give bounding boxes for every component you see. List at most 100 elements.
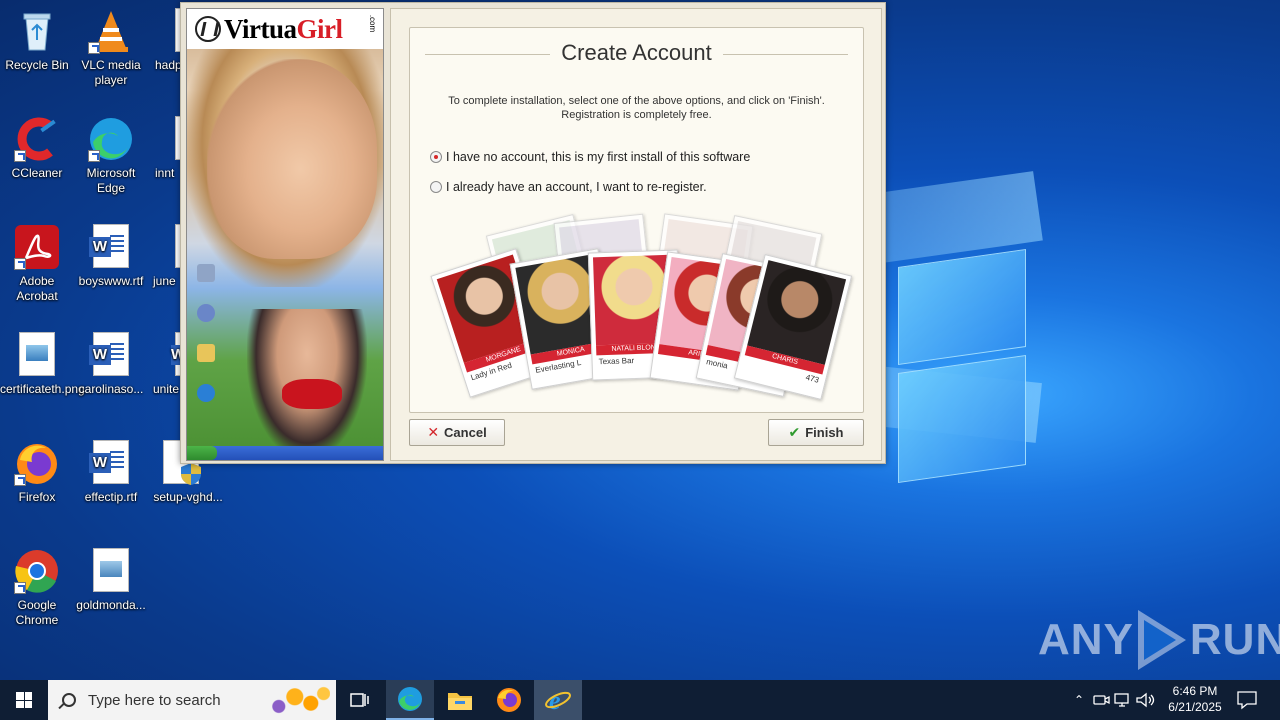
card-caption-text: monia: [705, 357, 729, 371]
action-center-button[interactable]: [1236, 690, 1258, 715]
watermark-text-run: RUN: [1189, 615, 1280, 664]
virtuagirl-logo: VirtuaGirl .com: [187, 9, 383, 49]
task-view-icon: [350, 693, 369, 707]
brand-text-prefix: Virtua: [224, 13, 297, 44]
word-doc-icon: W: [88, 332, 134, 378]
model-cards-illustration: MORGANE Lady in Red MONICA Everlasting L…: [430, 213, 853, 403]
taskbar-search-box[interactable]: Type here to search: [48, 680, 336, 720]
card-caption-text: Texas Bar: [598, 356, 635, 367]
virtuagirl-emblem-icon: [195, 16, 221, 42]
cancel-x-icon: ✕: [427, 424, 440, 440]
word-doc-icon: W: [88, 224, 134, 270]
file-explorer-icon: [448, 693, 472, 710]
desktop-icon-label: goldmonda...: [76, 598, 146, 612]
desktop-icon-label: carolinaso...: [78, 382, 144, 396]
desktop-icon-label: boyswww.rtf: [78, 274, 144, 288]
checkmark-icon: ✔: [788, 424, 801, 440]
search-placeholder: Type here to search: [88, 691, 221, 709]
desktop-icon-label: Adobe Acrobat: [16, 274, 58, 303]
windows-logo-graphic: [898, 240, 1030, 483]
desktop-icon-label: certificateth.png: [0, 382, 85, 396]
radio-option-new-account[interactable]: I have no account, this is my first inst…: [430, 150, 750, 164]
watermark-text-any: ANY: [1038, 615, 1134, 664]
desktop-icon-acrobat[interactable]: Adobe Acrobat: [0, 224, 74, 304]
finish-button-label: Finish: [805, 425, 844, 440]
play-icon: [1137, 610, 1186, 670]
vlc-icon: [88, 8, 134, 54]
create-account-title: Create Account: [410, 40, 863, 66]
desktop-icon-label: june: [153, 274, 176, 288]
edge-icon: [398, 687, 422, 711]
recycle-bin-icon: [14, 8, 60, 54]
desktop-icon-effectip[interactable]: W effectip.rtf: [74, 440, 148, 505]
network-icon[interactable]: [1112, 691, 1134, 709]
desktop-icon-label: Google Chrome: [15, 598, 59, 627]
promo-image-panel: VirtuaGirl .com: [186, 8, 384, 461]
desktop-icon-edge[interactable]: Microsoft Edge: [74, 116, 148, 196]
desktop-icon-chrome[interactable]: Google Chrome: [0, 548, 74, 628]
radio-option-reregister[interactable]: I already have an account, I want to re-…: [430, 180, 707, 194]
chrome-icon: [14, 548, 60, 594]
desktop-icon-recycle-bin[interactable]: Recycle Bin: [0, 8, 74, 73]
desktop-icon-label: hadp: [155, 58, 182, 72]
desktop-icon-label: effectip.rtf: [84, 490, 138, 504]
image-file-icon: [14, 332, 60, 378]
internet-explorer-icon: e: [545, 687, 571, 713]
desktop-icon-vlc[interactable]: VLC media player: [74, 8, 148, 88]
meet-now-icon[interactable]: [1090, 691, 1112, 709]
cancel-button[interactable]: ✕ Cancel: [409, 419, 505, 446]
start-button[interactable]: [0, 680, 48, 720]
acrobat-icon: [14, 224, 60, 270]
instructions-line-1: To complete installation, select one of …: [448, 95, 825, 107]
desktop-icon-firefox[interactable]: Firefox: [0, 440, 74, 505]
taskbar-file-explorer[interactable]: [436, 680, 484, 720]
cancel-button-label: Cancel: [444, 425, 487, 440]
taskbar-edge[interactable]: [386, 680, 434, 720]
brand-text-suffix: Girl: [296, 13, 344, 44]
desktop-icon-label: unite: [153, 382, 180, 396]
finish-button[interactable]: ✔ Finish: [768, 419, 864, 446]
desktop-icon-certificate[interactable]: certificateth.png: [0, 332, 85, 397]
desktop-icon-label: Firefox: [18, 490, 56, 504]
ccleaner-icon: [14, 116, 60, 162]
instructions-line-2: Registration is completely free.: [561, 109, 712, 121]
taskbar-clock[interactable]: 6:46 PM 6/21/2025: [1160, 683, 1230, 715]
installer-window: VirtuaGirl .com Create Account To comple…: [180, 2, 886, 464]
create-account-panel: Create Account To complete installation,…: [390, 8, 882, 461]
svg-text:e: e: [549, 687, 561, 713]
taskbar-firefox[interactable]: [485, 680, 533, 720]
desktop-icon-carolinaso[interactable]: W carolinaso...: [74, 332, 148, 397]
desktop-icon-goldmonda[interactable]: goldmonda...: [74, 548, 148, 613]
edge-icon: [88, 116, 134, 162]
radio-button-selected[interactable]: [430, 151, 442, 163]
desktop-icon-label: innt: [155, 166, 175, 180]
radio-option-label: I have no account, this is my first inst…: [446, 150, 751, 164]
windows-start-icon: [16, 692, 32, 708]
firefox-icon: [497, 688, 521, 712]
firefox-icon: [14, 440, 60, 486]
taskbar-internet-explorer[interactable]: e: [534, 680, 582, 720]
desktop-icon-ccleaner[interactable]: CCleaner: [0, 116, 74, 181]
desktop-icon-label: Recycle Bin: [5, 58, 69, 72]
instructions-text: To complete installation, select one of …: [410, 94, 863, 122]
brand-com: .com: [367, 14, 377, 33]
desktop-icon-boyswww[interactable]: W boyswww.rtf: [74, 224, 148, 289]
clock-time: 6:46 PM: [1172, 684, 1218, 698]
task-view-button[interactable]: [336, 680, 384, 720]
volume-icon[interactable]: [1134, 691, 1158, 709]
taskbar: Type here to search e ⌃ 6:46 PM 6/21/202…: [0, 680, 1280, 720]
tray-chevron-up-icon[interactable]: ⌃: [1068, 693, 1090, 707]
radio-option-label: I already have an account, I want to re-…: [446, 180, 707, 194]
desktop-icon-label: setup-vghd...: [153, 490, 223, 504]
search-icon: [62, 693, 76, 707]
desktop-icon-label: Microsoft Edge: [86, 166, 136, 195]
create-account-group: Create Account To complete installation,…: [409, 27, 864, 413]
search-highlight-flowers: [266, 684, 330, 716]
word-doc-icon: W: [88, 440, 134, 486]
image-file-icon: [88, 548, 134, 594]
radio-button[interactable]: [430, 181, 442, 193]
desktop-icon-label: CCleaner: [11, 166, 63, 180]
clock-date: 6/21/2025: [1168, 700, 1222, 714]
notification-icon: [1237, 691, 1257, 710]
anyrun-watermark: ANY RUN: [1038, 610, 1280, 670]
